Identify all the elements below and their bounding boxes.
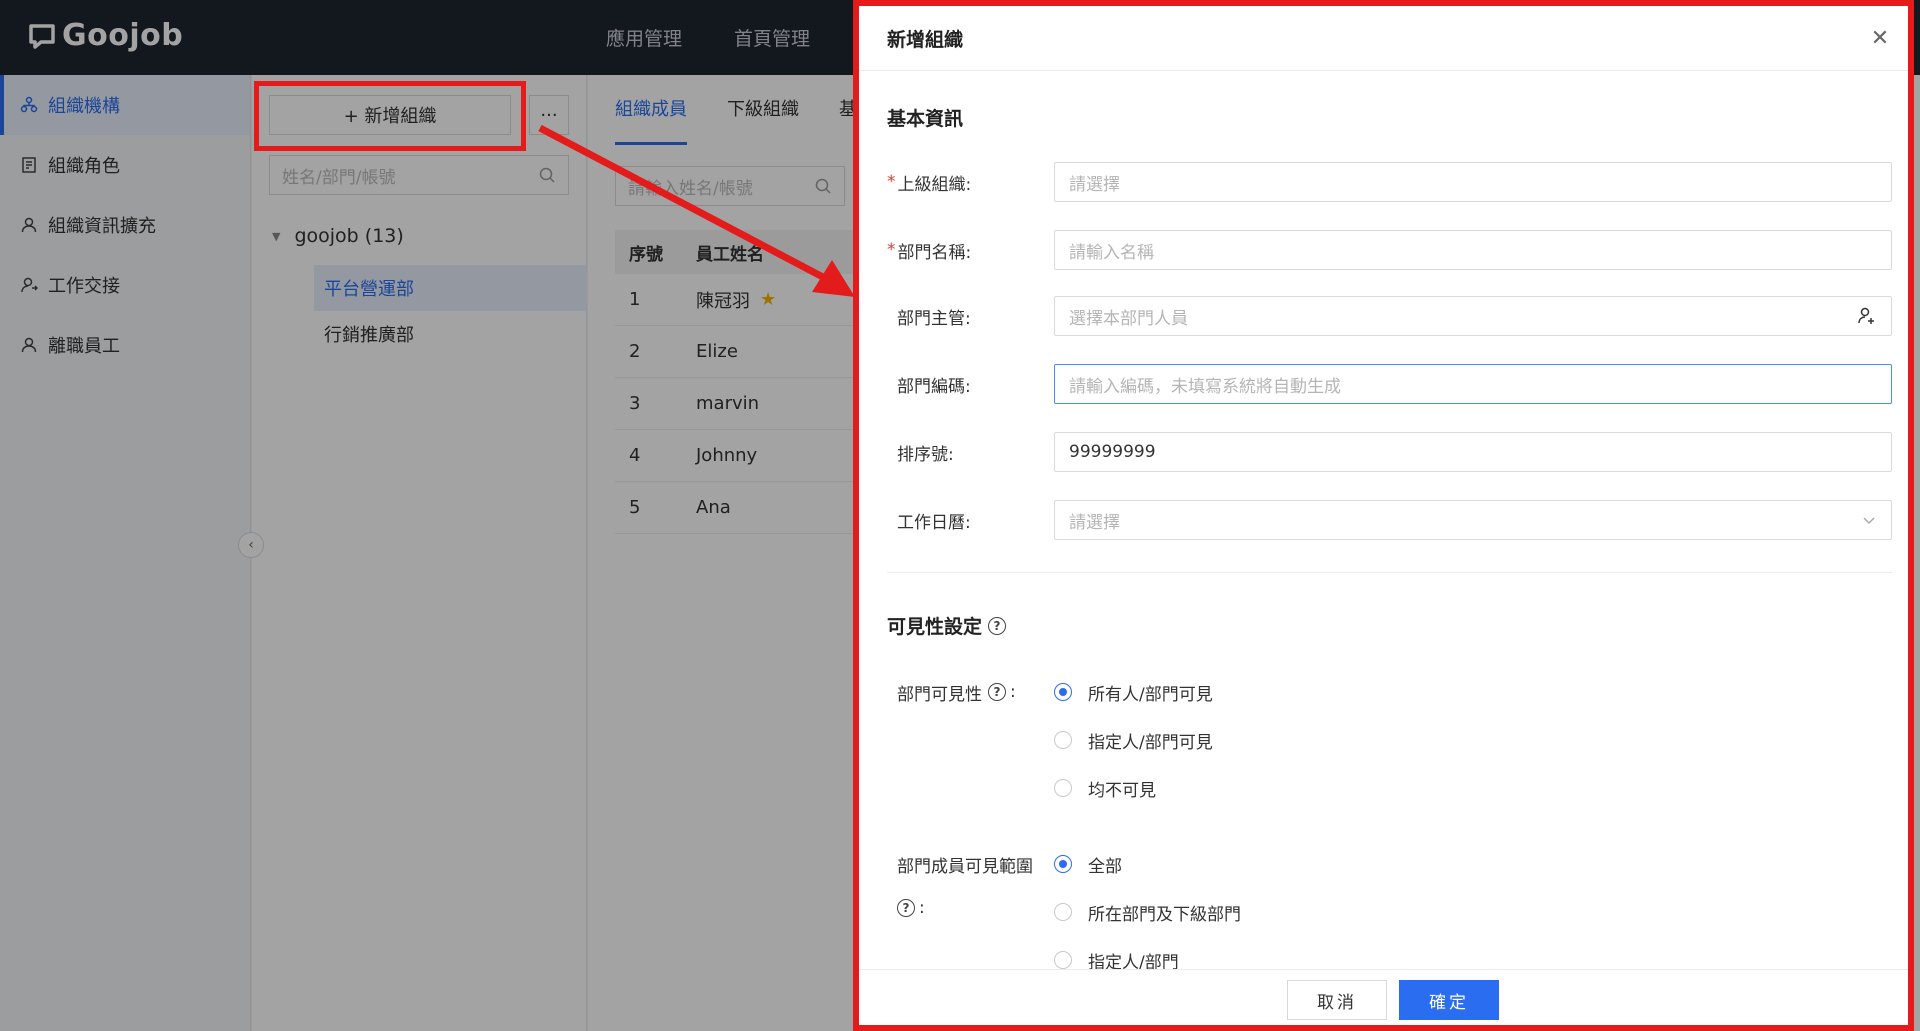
highlight-box-modal xyxy=(853,0,1914,1031)
